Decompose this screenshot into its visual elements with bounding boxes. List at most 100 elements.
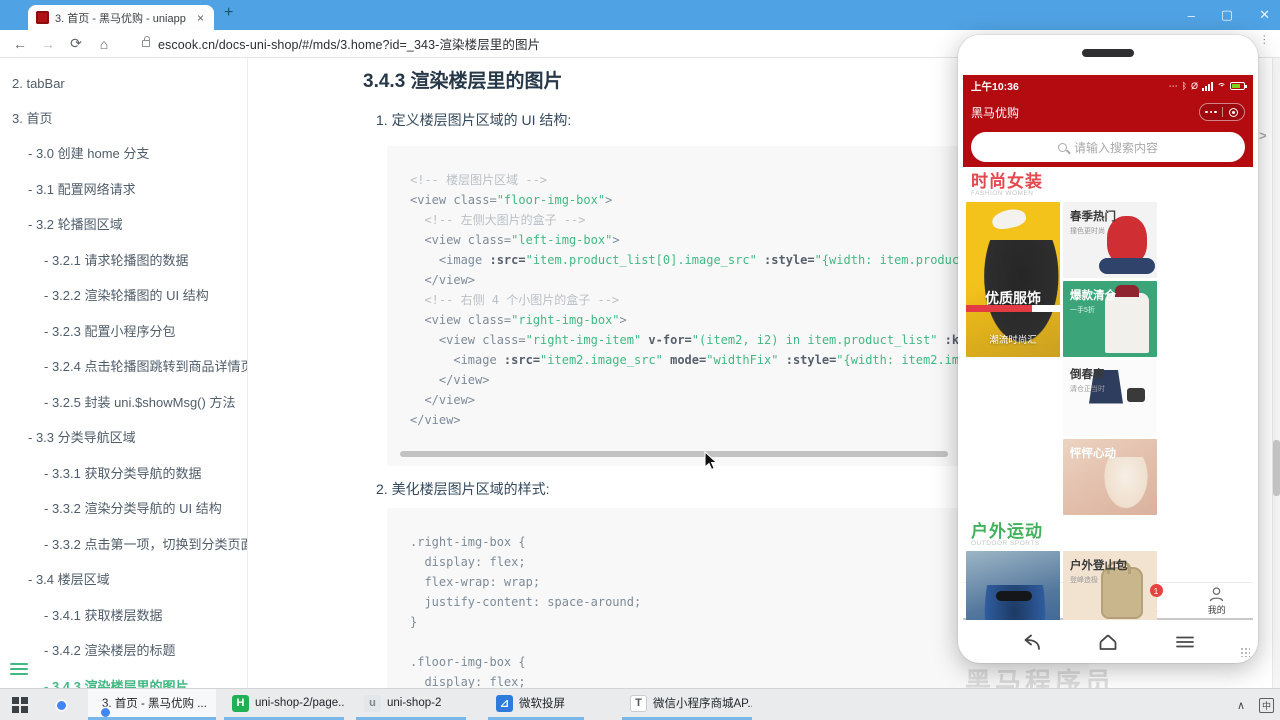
new-tab-button[interactable]: + — [224, 4, 233, 22]
battery-icon — [1230, 82, 1247, 90]
wifi-icon — [1217, 82, 1226, 90]
sidebar-item[interactable]: - 3.4.3 渲染楼层里的图片 — [0, 676, 247, 689]
app-title: 黑马优购 — [971, 105, 1020, 120]
sidebar-item[interactable]: 2. tabBar — [0, 76, 247, 91]
sidebar-item[interactable]: - 3.2 轮播图区域 — [0, 214, 247, 233]
sidebar-item[interactable]: 3. 首页 — [0, 108, 247, 127]
taskbar-button[interactable]: 3. 首页 - 黑马优购 ... — [88, 689, 216, 720]
bluetooth-icon: ᛒ — [1181, 81, 1187, 91]
address-bar[interactable]: escook.cn/docs-uni-shop/#/mds/3.home?id=… — [158, 34, 540, 53]
page-scrollbar-track[interactable] — [1272, 58, 1280, 688]
sidebar-item[interactable]: - 3.4.1 获取楼层数据 — [0, 605, 247, 624]
tab-title: 3. 首页 - 黑马优购 - uniapp — [55, 12, 186, 25]
android-menu-icon[interactable] — [1174, 633, 1196, 651]
floor-tile-image[interactable]: 春季热门 撞色更时尚 — [1063, 201, 1157, 278]
tile-subtitle: 登峰造极 — [1070, 577, 1098, 584]
floor-subtitle-text: OUTDOOR SPORTS — [971, 539, 1040, 547]
floor-tile-image[interactable]: 怦怦心动 — [1063, 438, 1157, 515]
tab-close-icon[interactable]: × — [195, 11, 206, 25]
floor-big-image[interactable]: 勇往直前HIGH QUALITY畅享户外运动 — [966, 551, 1060, 620]
big-image-stripe — [966, 304, 1060, 312]
hbuilder-icon: H — [232, 694, 249, 712]
phone-app-bar: 黑马优购 — [963, 97, 1253, 127]
floor-title: 户外运动 OUTDOOR SPORTS — [963, 517, 1253, 550]
status-time: 上午10:36 — [971, 80, 1019, 93]
site-favicon — [36, 11, 49, 24]
floor-big-image[interactable]: 优质服饰 潮流时尚汇 — [966, 201, 1060, 357]
emulator-menu-dots-icon[interactable]: ⋯ — [1258, 34, 1270, 45]
docs-sidebar: 2. tabBar 3. 首页 - 3.0 创建 home 分支 - 3.1 配置网络… — [0, 58, 248, 688]
tabbar-label: 我的 — [1207, 604, 1226, 615]
browser-tab[interactable]: 3. 首页 - 黑马优购 - uniapp × — [28, 5, 214, 30]
taskbar-button[interactable]: ⊿ 微软投屏 — [488, 689, 584, 720]
phone-status-bar: 上午10:36 ⋯ ᛒ Ø — [963, 75, 1253, 97]
browser-titlebar: 3. 首页 - 黑马优购 - uniapp × + – ▢ ✕ — [0, 0, 1280, 30]
mouse-cursor — [704, 451, 718, 471]
taskbar-button-label: uni-shop-2 — [387, 697, 442, 709]
sidebar-item[interactable]: - 3.3.1 获取分类导航的数据 — [0, 463, 247, 482]
page-scrollbar-thumb[interactable] — [1273, 440, 1280, 496]
sidebar-item[interactable]: - 3.4.2 渲染楼层的标题 — [0, 640, 247, 659]
emulator-expand-icon[interactable]: > — [1259, 128, 1267, 143]
android-home-icon[interactable] — [1097, 633, 1119, 651]
reload-icon[interactable]: ⟳ — [62, 35, 90, 52]
mirror-icon: ⊿ — [496, 694, 513, 712]
floor-subtitle-text: FASHION WOMEN — [971, 190, 1034, 197]
taskbar-button-label: 微信小程序商城AP... — [653, 698, 752, 710]
taskbar-button-label: 微软投屏 — [519, 698, 565, 710]
padlock-icon — [142, 36, 150, 47]
signal-icon — [1202, 81, 1213, 91]
miniprogram-capsule — [1199, 103, 1245, 121]
sidebar-item[interactable]: - 3.2.5 封装 uni.$showMsg() 方法 — [0, 392, 247, 411]
capsule-more-icon[interactable] — [1200, 110, 1222, 114]
tile-title: 春季热门 — [1070, 210, 1116, 223]
sidebar-item[interactable]: - 3.3 分类导航区域 — [0, 427, 247, 446]
tile-title: 倒春寒 — [1070, 368, 1105, 381]
floor-list: 时尚女装 FASHION WOMEN 优质服饰 潮流时尚汇 春季热门 撞色更时尚 爆款清仓一… — [963, 167, 1253, 620]
sidebar-item[interactable]: - 3.1 配置网络请求 — [0, 179, 247, 198]
forward-icon[interactable]: → — [34, 36, 62, 52]
floor-tile-image[interactable]: 爆款清仓一手5折 — [1063, 280, 1157, 357]
floor-tile-image[interactable]: 倒春寒 清仓正当时 — [1063, 359, 1157, 436]
tile-title: 爆款清仓 — [1070, 289, 1116, 302]
cart-badge: 1 — [1149, 584, 1163, 597]
taskbar-button-label: 3. 首页 - 黑马优购 ... — [102, 698, 207, 710]
big-image-subtitle: 潮流时尚汇 — [989, 334, 1037, 346]
capsule-close-icon[interactable] — [1223, 107, 1245, 117]
tile-subtitle: 撞色更时尚 — [1070, 227, 1105, 235]
taskbar-button[interactable]: Huni-shop-2/page... — [224, 689, 344, 720]
folder-icon: u — [364, 694, 381, 712]
step-1-text: 1. 定义楼层图片区域的 UI 结构: — [376, 112, 572, 128]
phone-speaker-notch — [1082, 49, 1134, 57]
floor-tile-image[interactable]: 户外登山包 登峰造极 — [1063, 551, 1157, 620]
tile-title: 户外登山包 — [1070, 560, 1128, 572]
window-close-button[interactable]: ✕ — [1259, 7, 1270, 23]
start-button[interactable] — [12, 697, 28, 713]
sidebar-item[interactable]: - 3.3.2 点击第一项，切换到分类页面 — [0, 534, 247, 553]
taskbar-button[interactable]: T 微信小程序商城AP... — [622, 689, 752, 720]
sidebar-item[interactable]: - 3.4 楼层区域 — [0, 569, 247, 588]
android-nav-bar — [963, 627, 1253, 657]
window-minimize-button[interactable]: – — [1188, 8, 1195, 23]
sidebar-item[interactable]: - 3.2.3 配置小程序分包 — [0, 321, 247, 340]
search-input[interactable]: 请输入搜索内容 — [971, 132, 1245, 162]
tray-expand-icon[interactable]: ∧ — [1237, 699, 1245, 712]
sidebar-item[interactable]: - 3.2.2 渲染轮播图的 UI 结构 — [0, 285, 247, 304]
search-placeholder: 请输入搜索内容 — [1073, 140, 1158, 155]
android-back-icon[interactable] — [1020, 633, 1042, 651]
back-icon[interactable]: ← — [6, 36, 34, 52]
sidebar-item[interactable]: - 3.2.1 请求轮播图的数据 — [0, 250, 247, 269]
taskbar-button[interactable]: u uni-shop-2 — [356, 689, 466, 720]
window-maximize-button[interactable]: ▢ — [1221, 7, 1233, 23]
sidebar-item[interactable]: - 3.2.4 点击轮播图跳转到商品详情页面 — [0, 356, 247, 375]
typora-icon: T — [630, 694, 647, 712]
sidebar-toggle-icon[interactable] — [10, 663, 28, 678]
ime-indicator[interactable]: 中 — [1259, 697, 1274, 713]
resize-handle[interactable] — [1240, 647, 1250, 657]
sidebar-item[interactable]: - 3.3.2 渲染分类导航的 UI 结构 — [0, 498, 247, 517]
code-hscrollbar-thumb[interactable] — [400, 451, 948, 457]
tile-subtitle: 一手5折 — [1070, 306, 1095, 314]
tabbar-item-profile[interactable]: 我的 — [1181, 583, 1254, 618]
home-icon[interactable]: ⌂ — [90, 36, 118, 52]
sidebar-item[interactable]: - 3.0 创建 home 分支 — [0, 143, 247, 162]
